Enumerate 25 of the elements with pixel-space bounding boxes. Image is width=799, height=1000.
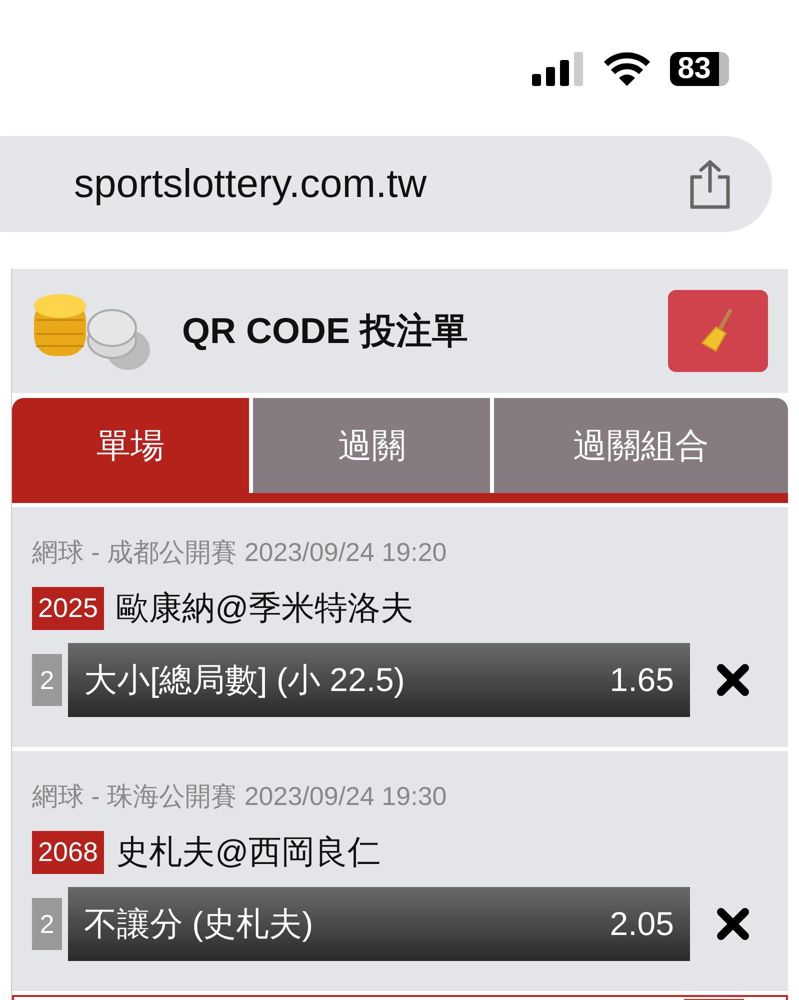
count-label: 2: [32, 654, 62, 706]
wifi-icon: [604, 52, 650, 86]
match-name: 史札夫@西岡良仁: [116, 832, 381, 872]
url-text: sportslottery.com.tw: [74, 162, 427, 206]
odds-value: 1.65: [610, 661, 674, 699]
tab[interactable]: 過關: [253, 398, 490, 493]
selection-text: 不讓分 (史札夫): [84, 904, 314, 944]
game-number: 2068: [32, 831, 104, 874]
event-info: 網球 - 珠海公開賽 2023/09/24 19:30: [32, 780, 448, 813]
close-icon[interactable]: [716, 664, 750, 696]
selection-text: 大小[總局數] (小 22.5): [84, 660, 405, 700]
battery-indicator: 83: [670, 52, 729, 86]
share-icon[interactable]: [688, 159, 732, 209]
close-icon[interactable]: [716, 908, 750, 940]
page-title: QR CODE 投注單: [182, 308, 470, 352]
event-info: 網球 - 成都公開賽 2023/09/24 19:20: [32, 536, 448, 569]
signal-icon: [532, 52, 584, 86]
match-name: 歐康納@季米特洛夫: [116, 588, 414, 628]
tab[interactable]: 單場: [12, 398, 250, 493]
odds-value: 2.05: [610, 905, 674, 943]
tab[interactable]: 過關組合: [494, 398, 788, 493]
address-bar[interactable]: sportslottery.com.tw: [0, 136, 772, 232]
clear-button[interactable]: [668, 290, 768, 372]
count-label: 2: [32, 898, 62, 950]
game-number: 2025: [32, 587, 104, 630]
